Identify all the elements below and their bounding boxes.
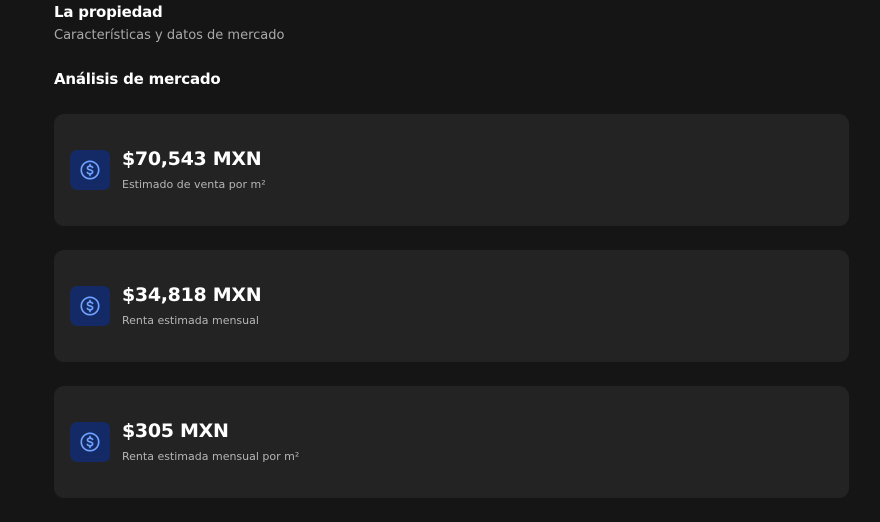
- dollar-coin-icon: [70, 150, 110, 190]
- market-card-sale-per-m2: $70,543 MXN Estimado de venta por m²: [54, 114, 849, 226]
- card-label: Renta estimada mensual por m²: [122, 450, 300, 463]
- market-card-monthly-rent-per-m2: $305 MXN Renta estimada mensual por m²: [54, 386, 849, 498]
- card-label: Renta estimada mensual: [122, 314, 259, 327]
- market-card-monthly-rent: $34,818 MXN Renta estimada mensual: [54, 250, 849, 362]
- market-cards: $70,543 MXN Estimado de venta por m² $34…: [54, 114, 849, 522]
- dollar-coin-icon: [70, 286, 110, 326]
- section-title: La propiedad: [54, 3, 163, 21]
- card-label: Estimado de venta por m²: [122, 178, 266, 191]
- dollar-coin-icon: [70, 422, 110, 462]
- section-subtitle: Características y datos de mercado: [54, 28, 285, 43]
- card-value: $34,818 MXN: [122, 284, 262, 306]
- card-value: $70,543 MXN: [122, 148, 262, 170]
- card-value: $305 MXN: [122, 420, 229, 442]
- market-analysis-heading: Análisis de mercado: [54, 70, 221, 88]
